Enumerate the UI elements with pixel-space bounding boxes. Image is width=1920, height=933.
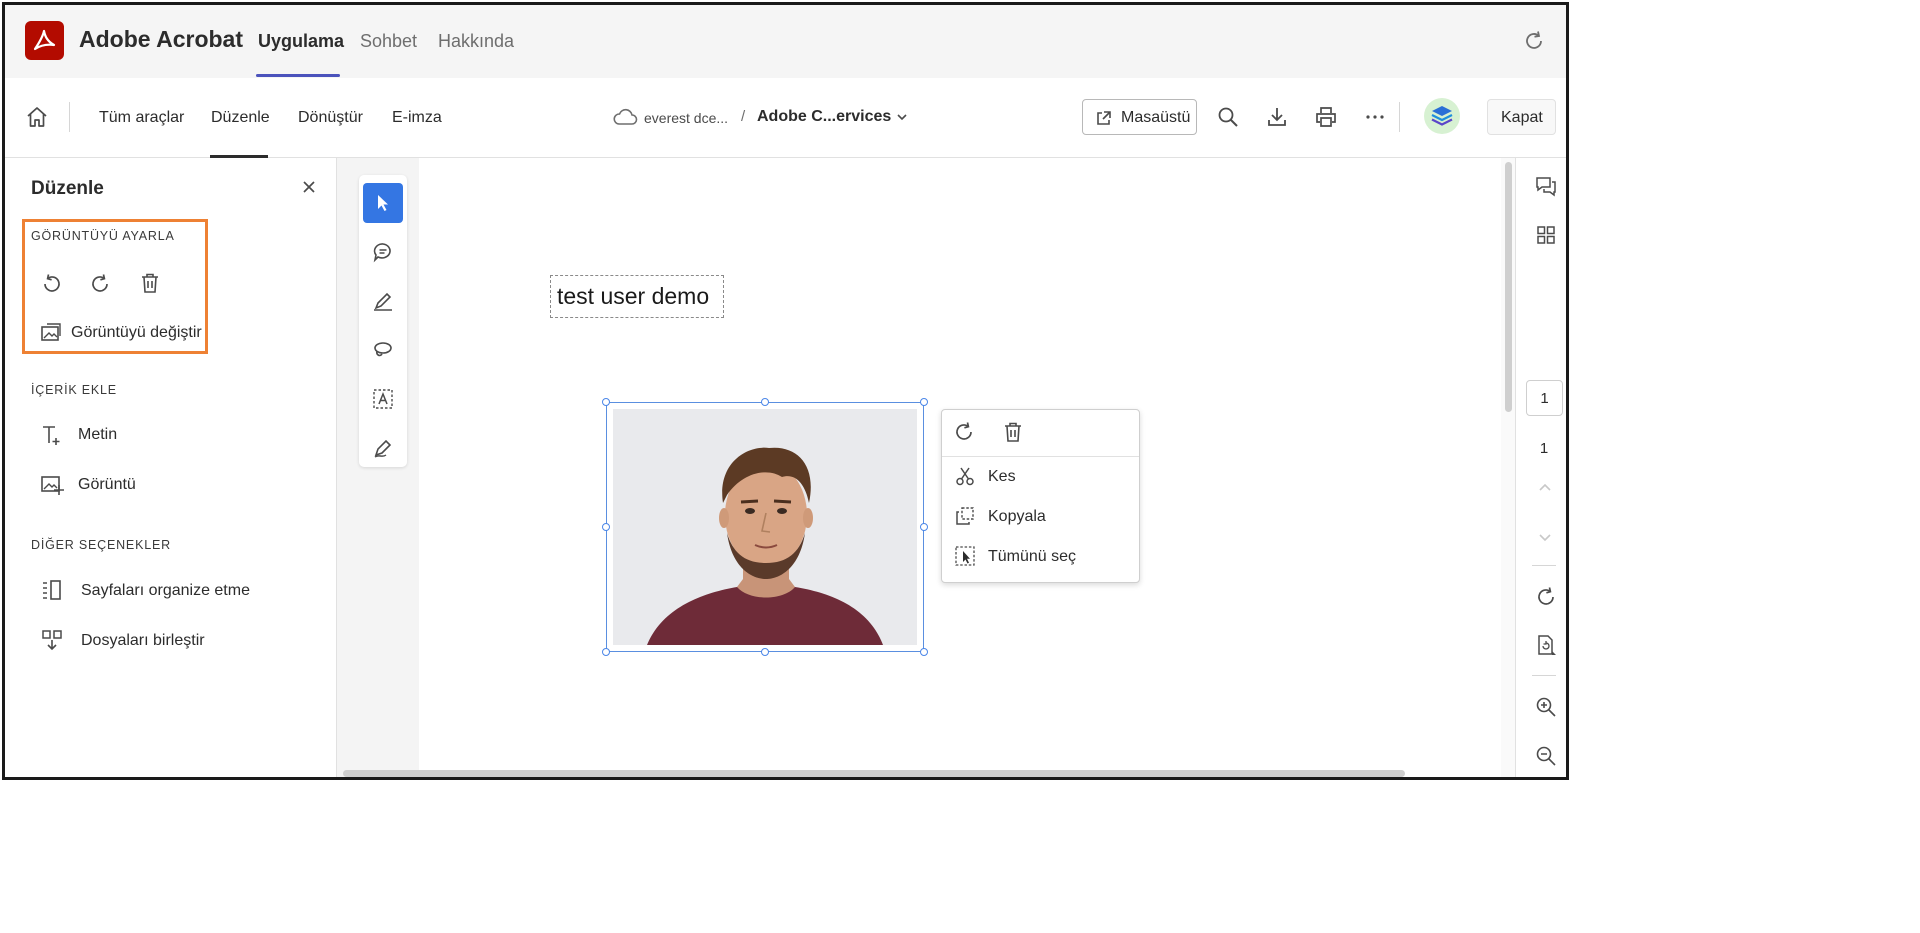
comments-icon[interactable]: [1535, 175, 1557, 202]
chevron-down-icon[interactable]: [1535, 527, 1555, 552]
organize-pages-icon[interactable]: [40, 578, 64, 607]
horizontal-scroll-thumb[interactable]: [343, 770, 1405, 777]
cut-menu-item[interactable]: Kes: [988, 468, 1016, 486]
resize-handle[interactable]: [602, 648, 610, 656]
select-tool[interactable]: [363, 183, 403, 223]
resize-handle[interactable]: [920, 398, 928, 406]
zoom-out-icon[interactable]: [1535, 745, 1557, 772]
vertical-scrollbar[interactable]: [1501, 158, 1515, 777]
text-box-tool-icon[interactable]: [363, 379, 403, 419]
replace-image-icon[interactable]: [40, 322, 62, 349]
comment-tool-icon[interactable]: [363, 232, 403, 272]
text-box-content[interactable]: test user demo: [557, 283, 709, 310]
undo-icon[interactable]: [40, 273, 62, 300]
open-desktop-button[interactable]: Masaüstü: [1082, 99, 1197, 135]
add-image-item[interactable]: Görüntü: [78, 476, 136, 494]
main-toolbar: Tüm araçlar Düzenle Dönüştür E-imza ever…: [5, 78, 1566, 158]
combine-files-icon[interactable]: [40, 628, 64, 657]
select-all-icon[interactable]: [955, 546, 975, 571]
combine-files-item[interactable]: Dosyaları birleştir: [81, 632, 205, 650]
cut-icon[interactable]: [955, 466, 975, 491]
sign-tool-icon[interactable]: [363, 428, 403, 468]
resize-handle[interactable]: [920, 648, 928, 656]
text-box[interactable]: test user demo: [550, 275, 724, 318]
redo-icon[interactable]: [90, 273, 112, 300]
tab-e-imza[interactable]: E-imza: [392, 109, 442, 127]
tab-sohbet[interactable]: Sohbet: [360, 31, 417, 52]
more-options-icon[interactable]: [1363, 105, 1387, 134]
print-icon[interactable]: [1314, 105, 1338, 134]
desktop-label: Masaüstü: [1121, 109, 1191, 126]
copy-icon[interactable]: [955, 506, 975, 531]
trash-icon[interactable]: [139, 272, 161, 299]
tab-tum-araclar[interactable]: Tüm araçlar: [99, 109, 184, 127]
panel-title: Düzenle: [31, 178, 104, 199]
breadcrumb-separator: /: [741, 108, 746, 125]
current-page[interactable]: 1: [1527, 390, 1562, 407]
search-icon[interactable]: [1216, 105, 1240, 134]
rotate-icon[interactable]: [953, 421, 975, 448]
total-pages: 1: [1539, 440, 1549, 457]
chevron-down-icon[interactable]: [895, 110, 909, 129]
trash-icon[interactable]: [1002, 421, 1024, 448]
lasso-tool-icon[interactable]: [363, 330, 403, 370]
tab-hakkinda[interactable]: Hakkında: [438, 31, 514, 52]
close-label: Kapat: [1501, 109, 1543, 126]
edit-panel: Düzenle GÖRÜNTÜYÜ AYARLA Görüntüyü değiş…: [5, 158, 337, 777]
selected-image[interactable]: [606, 402, 924, 652]
breadcrumb-location[interactable]: everest dce...: [644, 110, 728, 126]
replace-image-item[interactable]: Görüntüyü değiştir: [71, 324, 202, 342]
section-title-add-content: İÇERİK EKLE: [31, 383, 117, 397]
chevron-up-icon[interactable]: [1535, 478, 1555, 503]
toolbar-divider: [1399, 102, 1400, 132]
rail-divider: [1532, 675, 1556, 676]
context-menu: Kes Kopyala Tümünü seç: [941, 409, 1140, 583]
section-title-image-adjust: GÖRÜNTÜYÜ AYARLA: [31, 229, 175, 243]
rail-divider: [1532, 565, 1556, 566]
zoom-in-icon[interactable]: [1535, 696, 1557, 723]
add-image-icon[interactable]: [40, 473, 64, 502]
cloud-icon: [612, 107, 638, 132]
resize-handle[interactable]: [602, 398, 610, 406]
document-name[interactable]: Adobe C...ervices: [757, 108, 891, 126]
copy-menu-item[interactable]: Kopyala: [988, 508, 1046, 526]
portrait-photo: [613, 409, 917, 645]
tab-donustur[interactable]: Dönüştür: [298, 109, 363, 127]
download-icon[interactable]: [1265, 105, 1289, 134]
vertical-scroll-thumb[interactable]: [1505, 162, 1512, 412]
avatar[interactable]: [1424, 98, 1460, 134]
page-number-input[interactable]: 1: [1526, 380, 1563, 416]
resize-handle[interactable]: [920, 523, 928, 531]
add-text-icon[interactable]: [40, 423, 64, 452]
thumbnails-grid-icon[interactable]: [1535, 224, 1557, 251]
reload-icon[interactable]: [1522, 29, 1546, 58]
active-tab-indicator: [256, 74, 340, 77]
draw-tool-icon[interactable]: [363, 281, 403, 321]
page-tools-icon[interactable]: [1535, 634, 1557, 661]
tab-uygulama[interactable]: Uygulama: [258, 31, 344, 52]
app-title: Adobe Acrobat: [79, 26, 243, 52]
add-text-item[interactable]: Metin: [78, 426, 117, 444]
tab-duzenle[interactable]: Düzenle: [211, 109, 270, 127]
close-button[interactable]: Kapat: [1487, 99, 1556, 135]
organize-pages-item[interactable]: Sayfaları organize etme: [81, 582, 250, 600]
section-title-other-options: DİĞER SEÇENEKLER: [31, 538, 171, 552]
acrobat-logo-icon: [25, 21, 64, 60]
tool-strip: [359, 175, 407, 467]
app-window: Adobe Acrobat Uygulama Sohbet Hakkında T…: [2, 2, 1569, 780]
app-header: Adobe Acrobat Uygulama Sohbet Hakkında: [5, 5, 1566, 78]
resize-handle[interactable]: [761, 398, 769, 406]
home-icon[interactable]: [25, 105, 49, 134]
document-canvas[interactable]: test user demo Kes Kopyala Tümünü seç: [419, 158, 1501, 777]
menu-divider: [942, 456, 1139, 457]
rotate-page-icon[interactable]: [1535, 586, 1557, 613]
toolbar-divider: [69, 102, 70, 132]
resize-handle[interactable]: [761, 648, 769, 656]
close-icon[interactable]: [302, 180, 316, 199]
resize-handle[interactable]: [602, 523, 610, 531]
select-all-menu-item[interactable]: Tümünü seç: [988, 548, 1076, 566]
right-rail: 1 1: [1515, 158, 1566, 777]
